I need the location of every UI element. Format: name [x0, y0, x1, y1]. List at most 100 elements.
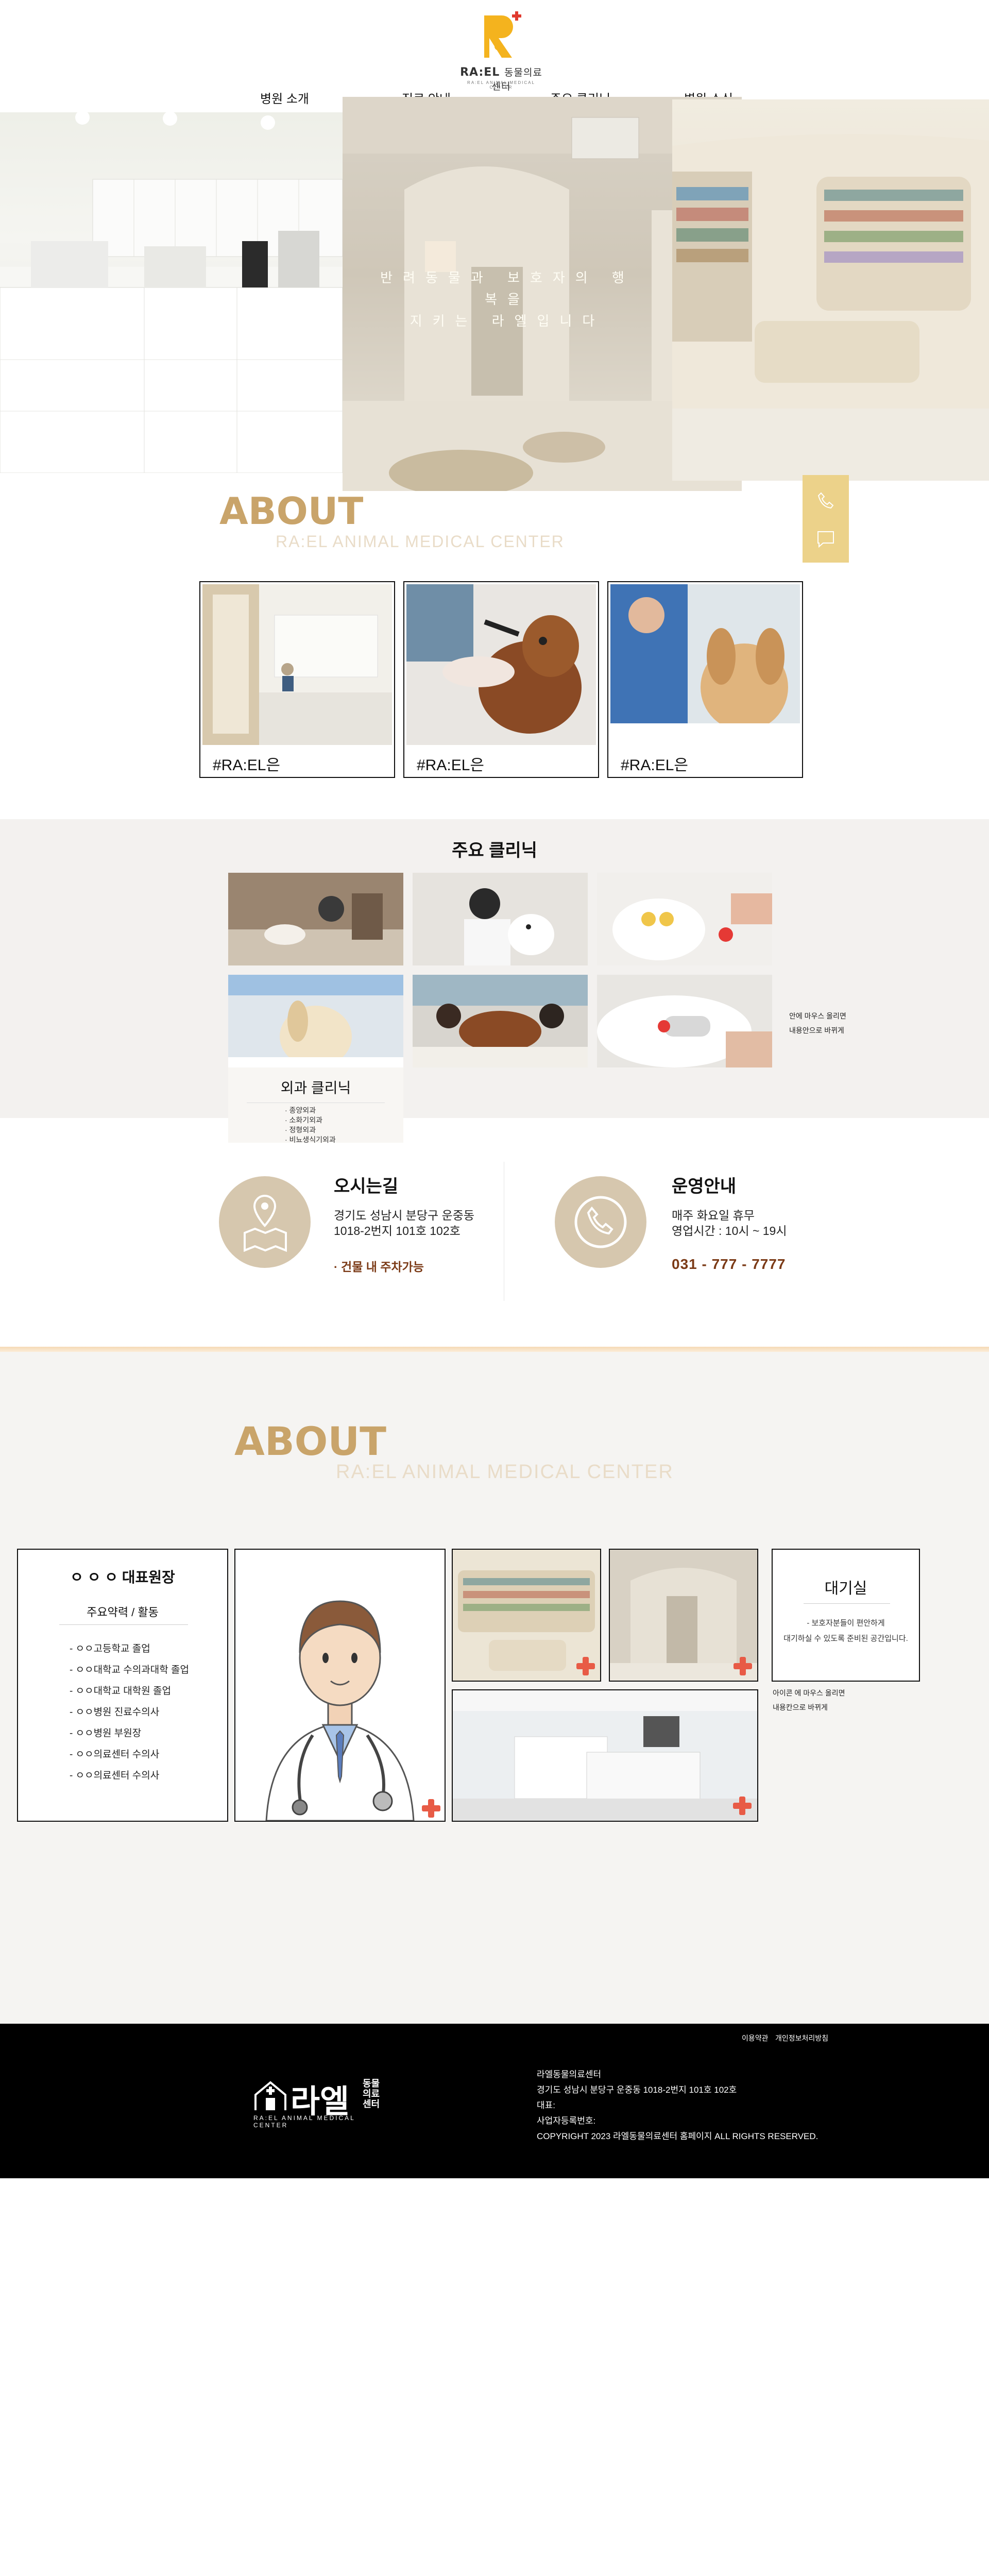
- plus-icon[interactable]: [576, 1657, 595, 1675]
- about-title: ABOUT: [219, 489, 364, 533]
- map-pin-icon: [219, 1176, 311, 1268]
- list-item: - ㅇㅇ의료센터 수의사: [70, 1770, 160, 1781]
- card-image-vet-puppy: [610, 584, 800, 745]
- phone-circle-icon: [555, 1176, 646, 1268]
- card-image-clinic-room: [202, 584, 392, 745]
- clinic-tile-internal[interactable]: [413, 873, 588, 965]
- surgery-clinic-list: · 종양외과 · 소화기외과 · 정형외과 · 비뇨생식기외과: [285, 1106, 336, 1145]
- about-card[interactable]: #RA:EL은: [403, 581, 599, 778]
- site-footer: 이용약관 개인정보처리방침 라엘 동물 의료 센터 RA:EL ANIMAL M…: [0, 2024, 989, 2178]
- address-line: 경기도 성남시 분당구 운중동: [334, 1209, 475, 1222]
- director-history-list: - ㅇㅇ고등학교 졸업 - ㅇㅇ대학교 수의과대학 졸업 - ㅇㅇ대학교 대학원…: [70, 1638, 189, 1786]
- footer-link-privacy[interactable]: 개인정보처리방침: [775, 2033, 828, 2043]
- hero-banner: 반려동물과 보호자의 행복을 지키는 라엘입니다: [0, 97, 989, 494]
- footer-address: 경기도 성남시 분당구 운중동 1018-2번지 101호 102호: [537, 2085, 737, 2095]
- surgery-clinic-panel: 외과 클리닉 · 종양외과 · 소화기외과 · 정형외과 · 비뇨생식기외과: [228, 1067, 403, 1145]
- note-line: 안에 마우스 올리면: [789, 1012, 846, 1020]
- about-card[interactable]: #RA:EL은: [607, 581, 803, 778]
- footer-company-info: 라엘동물의료센터 경기도 성남시 분당구 운중동 1018-2번지 101호 1…: [537, 2067, 818, 2144]
- divider: [804, 1603, 890, 1604]
- card-caption: #RA:EL은: [213, 757, 280, 774]
- plus-icon[interactable]: [733, 1797, 752, 1815]
- logo-small-line: 동물: [363, 2078, 380, 2089]
- list-item: · 종양외과: [285, 1106, 316, 1114]
- logo-small-line: 의료: [363, 2089, 380, 2099]
- footer-link-terms[interactable]: 이용약관: [742, 2033, 769, 2043]
- footer-copyright: COPYRIGHT 2023 라엘동물의료센터 홈페이지 ALL RIGHTS …: [537, 2131, 819, 2141]
- footer-representative: 대표:: [537, 2100, 556, 2110]
- hero-image-lab: [0, 112, 343, 473]
- waiting-line: 대기하실 수 있도록 준비된 공간입니다.: [783, 1634, 908, 1643]
- waiting-line: - 보호자분들이 편안하게: [807, 1619, 885, 1628]
- clinic-tile-rehab[interactable]: [597, 975, 772, 1067]
- list-item: - ㅇㅇ대학교 대학원 졸업: [70, 1686, 171, 1697]
- address-line: 1018-2번지 101호 102호: [334, 1224, 461, 1238]
- chat-icon[interactable]: [815, 529, 836, 549]
- list-item: · 정형외과: [285, 1126, 316, 1134]
- footer-logo[interactable]: 라엘 동물 의료 센터 RA:EL ANIMAL MEDICAL CENTER: [253, 2075, 393, 2129]
- pharmacy-illustration: [672, 134, 989, 481]
- hero-image-pharmacy: [672, 99, 989, 481]
- hero-slogan-line2: 지키는 라엘입니다: [410, 313, 605, 329]
- surgery-clinic-title: 외과 클리닉: [280, 1080, 351, 1096]
- lab-illustration: [0, 112, 343, 473]
- director-profile: ㅇ ㅇ ㅇ 대표원장 주요약력 / 활동 - ㅇㅇ고등학교 졸업 - ㅇㅇ대학교…: [17, 1549, 228, 1822]
- clinic-title: 주요 클리닉: [452, 841, 537, 860]
- list-item: · 소화기외과: [285, 1116, 322, 1124]
- director-title: ㅇ ㅇ ㅇ 대표원장: [70, 1569, 175, 1585]
- clinic-tile-surgery[interactable]: [228, 975, 403, 1067]
- logo-word: RA:EL: [460, 66, 500, 79]
- hours-line: 영업시간 : 10시 ~ 19시: [672, 1224, 787, 1238]
- photo-pharmacy: [452, 1549, 601, 1682]
- phone-icon[interactable]: [815, 490, 836, 511]
- about-card[interactable]: #RA:EL은: [199, 581, 395, 778]
- about2-subtitle: RA:EL ANIMAL MEDICAL CENTER: [336, 1461, 674, 1483]
- card-image-dog-exam: [406, 584, 596, 745]
- hours-text: 매주 화요일 휴무 영업시간 : 10시 ~ 19시: [672, 1208, 787, 1239]
- clinic-tile-laser[interactable]: [597, 873, 772, 965]
- about2-hover-note: 아이콘 에 마우스 올리면 내용칸으로 바뀌게: [773, 1686, 845, 1715]
- hero-slogan: 반려동물과 보호자의 행복을 지키는 라엘입니다: [373, 267, 641, 332]
- logo-r-mark-icon: [484, 11, 521, 58]
- footer-building-icon: [254, 2081, 286, 2110]
- logo-small-line: 센터: [363, 2099, 380, 2109]
- nav-item-about[interactable]: 병원 소개: [260, 89, 309, 107]
- waiting-room-card: 대기실 - 보호자분들이 편안하게 대기하실 수 있도록 준비된 공간입니다.: [772, 1549, 920, 1682]
- photo-corridor: [609, 1549, 758, 1682]
- doctor-illustration: [265, 1600, 415, 1821]
- parking-note: · 건물 내 주차가능: [334, 1260, 424, 1274]
- about2-title: ABOUT: [234, 1418, 386, 1464]
- site-logo[interactable]: RA:EL 동물의료센터 RA:EL ANIMAL MEDICAL CENTER: [457, 9, 545, 92]
- card-caption: #RA:EL은: [621, 757, 688, 774]
- quick-contact-bar: [803, 475, 849, 563]
- director-portrait: [234, 1549, 446, 1822]
- footer-logo-en: RA:EL ANIMAL MEDICAL CENTER: [253, 2114, 355, 2129]
- director-subtitle: 주요약력 / 활동: [87, 1606, 159, 1619]
- clinic-tile-waiting[interactable]: [228, 873, 403, 965]
- directions-address: 경기도 성남시 분당구 운중동 1018-2번지 101호 102호: [334, 1208, 474, 1239]
- hours-line: 매주 화요일 휴무: [672, 1209, 755, 1222]
- divider: [59, 1624, 188, 1625]
- footer-logo-kr-small: 동물 의료 센터: [363, 2078, 380, 2109]
- list-item: - ㅇㅇ고등학교 졸업: [70, 1643, 150, 1654]
- clinic-hover-note: 안에 마우스 올리면 내용안으로 바뀌게: [789, 1009, 846, 1038]
- list-item: - ㅇㅇ병원 부원장: [70, 1728, 142, 1739]
- phone-number[interactable]: 031 - 777 - 7777: [672, 1256, 786, 1273]
- plus-icon[interactable]: [734, 1657, 752, 1675]
- note-line: 내용안으로 바뀌게: [789, 1026, 844, 1035]
- list-item: - ㅇㅇ의료센터 수의사: [70, 1749, 160, 1760]
- card-caption: #RA:EL은: [417, 757, 484, 774]
- plus-icon[interactable]: [422, 1799, 440, 1818]
- clinic-tile-consult[interactable]: [413, 975, 588, 1067]
- hours-title: 운영안내: [672, 1177, 737, 1196]
- list-item: · 비뇨생식기외과: [285, 1136, 336, 1144]
- list-item: - ㅇㅇ대학교 수의과대학 졸업: [70, 1665, 189, 1675]
- clinic-section: [0, 819, 989, 1118]
- note-line: 아이콘 에 마우스 올리면: [773, 1689, 845, 1697]
- directions-title: 오시는길: [334, 1177, 399, 1196]
- photo-xray-room: [452, 1689, 758, 1822]
- hero-slogan-line1: 반려동물과 보호자의 행복을: [380, 270, 635, 307]
- list-item: - ㅇㅇ병원 진료수의사: [70, 1707, 160, 1718]
- section-divider-band: [0, 1347, 989, 1352]
- waiting-room-text: - 보호자분들이 편안하게 대기하실 수 있도록 준비된 공간입니다.: [773, 1616, 919, 1647]
